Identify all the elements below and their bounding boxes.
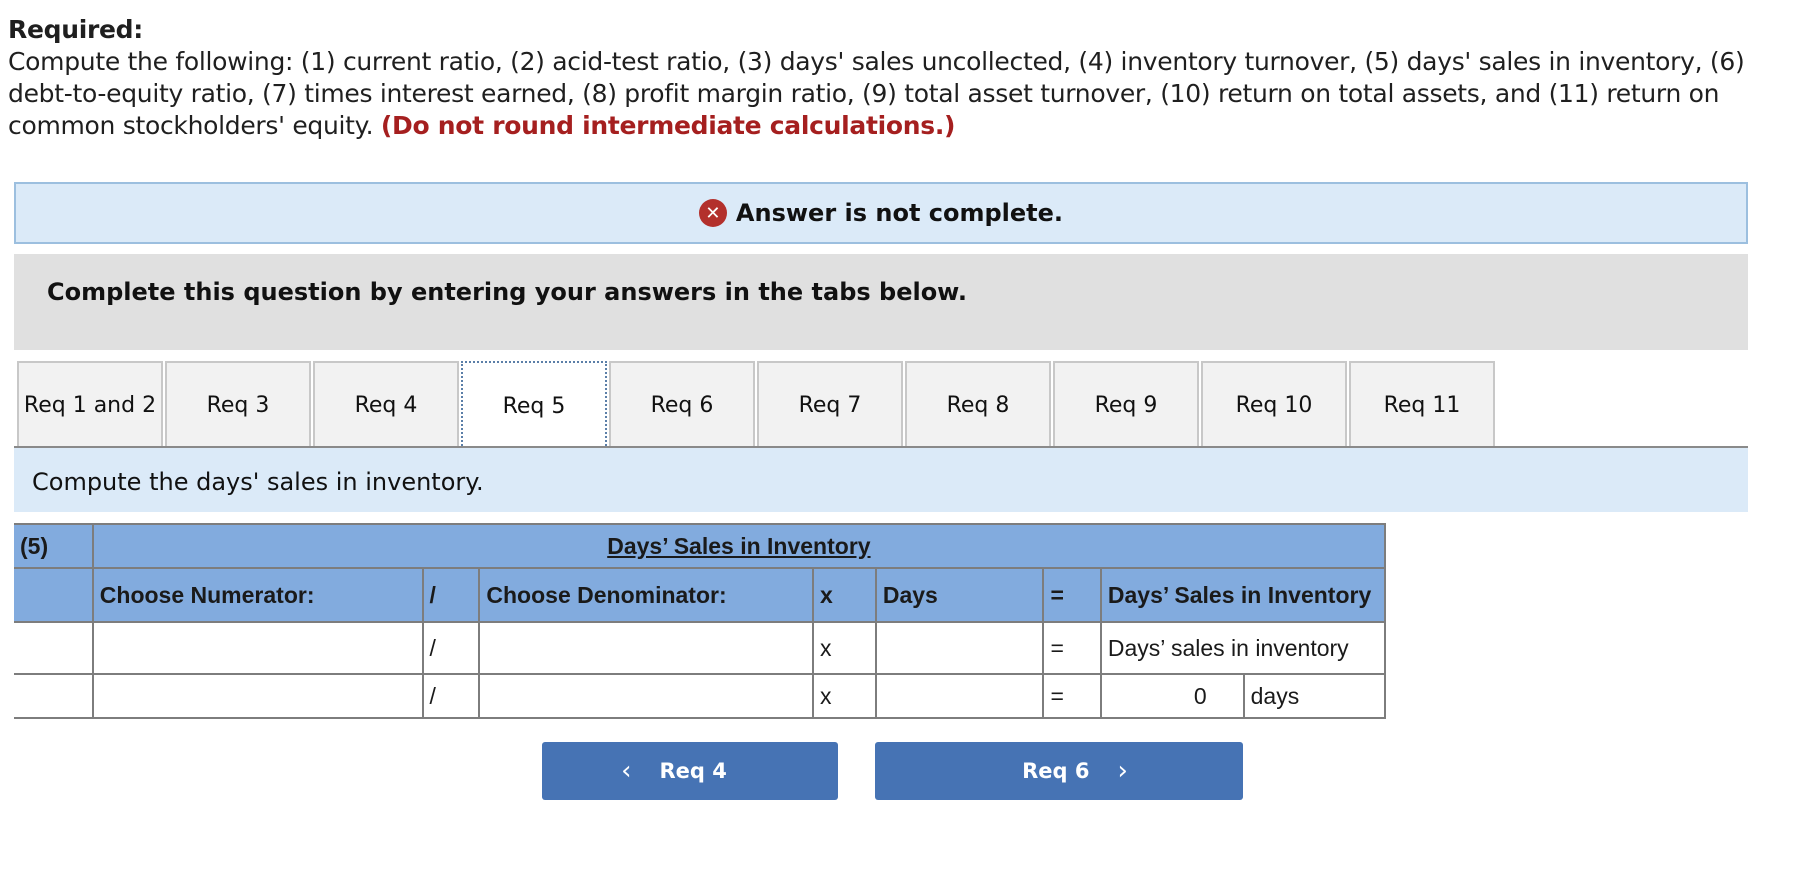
numerator-value-input[interactable] bbox=[99, 674, 420, 718]
next-req-label: Req 6 bbox=[1022, 759, 1090, 783]
days-cell[interactable] bbox=[874, 621, 1045, 675]
denominator-value-cell[interactable] bbox=[478, 673, 814, 719]
requirement-tabs: Req 1 and 2 Req 3 Req 4 Req 5 Req 6 Req … bbox=[17, 361, 1497, 449]
multiply-sign: x bbox=[811, 621, 877, 675]
tab-req-9[interactable]: Req 9 bbox=[1053, 361, 1199, 447]
divide-sign: / bbox=[421, 673, 481, 719]
answer-status-text: Answer is not complete. bbox=[735, 199, 1064, 227]
denominator-select-cell[interactable] bbox=[478, 621, 814, 675]
days-value-cell[interactable] bbox=[874, 673, 1045, 719]
instruction-text: Complete this question by entering your … bbox=[47, 278, 967, 306]
next-req-button[interactable]: Req 6 › bbox=[875, 742, 1243, 800]
header-blank bbox=[14, 567, 94, 623]
tab-req-4[interactable]: Req 4 bbox=[313, 361, 459, 447]
denominator-input[interactable] bbox=[486, 622, 810, 674]
numerator-input[interactable] bbox=[99, 622, 420, 674]
tab-description: Compute the days' sales in inventory. bbox=[14, 448, 1748, 512]
denominator-value-input[interactable] bbox=[486, 674, 810, 718]
instruction-panel: Complete this question by entering your … bbox=[14, 254, 1748, 350]
row-blank bbox=[14, 673, 94, 719]
tab-req-10[interactable]: Req 10 bbox=[1201, 361, 1347, 447]
days-sales-in-inventory-table: (5) Days’ Sales in Inventory Choose Nume… bbox=[14, 523, 1387, 719]
header-days: Days bbox=[874, 567, 1045, 623]
tab-req-6[interactable]: Req 6 bbox=[609, 361, 755, 447]
row-blank bbox=[14, 621, 94, 675]
result-value: 0 bbox=[1099, 673, 1245, 719]
header-result: Days’ Sales in Inventory bbox=[1099, 567, 1387, 623]
tab-req-5[interactable]: Req 5 bbox=[461, 361, 607, 449]
equals-sign: = bbox=[1042, 673, 1102, 719]
tab-req-7[interactable]: Req 7 bbox=[757, 361, 903, 447]
prev-req-button[interactable]: ‹ Req 4 bbox=[542, 742, 838, 800]
table-title: Days’ Sales in Inventory bbox=[92, 523, 1387, 569]
prev-req-label: Req 4 bbox=[659, 759, 727, 783]
chevron-right-icon: › bbox=[1117, 756, 1128, 786]
tab-req-3[interactable]: Req 3 bbox=[165, 361, 311, 447]
table-header-row: Choose Numerator: / Choose Denominator: … bbox=[14, 567, 1387, 623]
multiply-sign: x bbox=[811, 673, 877, 719]
header-denominator: Choose Denominator: bbox=[478, 567, 814, 623]
rounding-warning: (Do not round intermediate calculations.… bbox=[380, 111, 956, 140]
table-row: / x = Days’ sales in inventory bbox=[14, 621, 1387, 675]
chevron-left-icon: ‹ bbox=[621, 756, 632, 786]
header-multiply: x bbox=[811, 567, 877, 623]
tab-req-1-and-2[interactable]: Req 1 and 2 bbox=[17, 361, 163, 447]
numerator-select-cell[interactable] bbox=[91, 621, 424, 675]
required-title: Required: bbox=[8, 15, 143, 44]
table-row: / x = 0 days bbox=[14, 673, 1387, 719]
days-value-input[interactable] bbox=[882, 674, 1041, 718]
header-equals: = bbox=[1042, 567, 1102, 623]
divide-sign: / bbox=[421, 621, 481, 675]
part-label: (5) bbox=[14, 523, 94, 569]
required-instructions: Required: Compute the following: (1) cur… bbox=[8, 14, 1798, 142]
tab-description-text: Compute the days' sales in inventory. bbox=[32, 468, 484, 496]
days-input[interactable] bbox=[882, 622, 1041, 674]
result-label: Days’ sales in inventory bbox=[1099, 621, 1387, 675]
header-numerator: Choose Numerator: bbox=[91, 567, 424, 623]
tab-req-8[interactable]: Req 8 bbox=[905, 361, 1051, 447]
x-circle-icon: ✕ bbox=[698, 199, 727, 227]
numerator-value-cell[interactable] bbox=[91, 673, 424, 719]
equals-sign: = bbox=[1042, 621, 1102, 675]
result-unit: days bbox=[1242, 673, 1387, 719]
tab-req-11[interactable]: Req 11 bbox=[1349, 361, 1495, 447]
header-divide: / bbox=[421, 567, 481, 623]
table-title-row: (5) Days’ Sales in Inventory bbox=[14, 523, 1387, 569]
answer-status-banner: ✕ Answer is not complete. bbox=[14, 182, 1748, 244]
